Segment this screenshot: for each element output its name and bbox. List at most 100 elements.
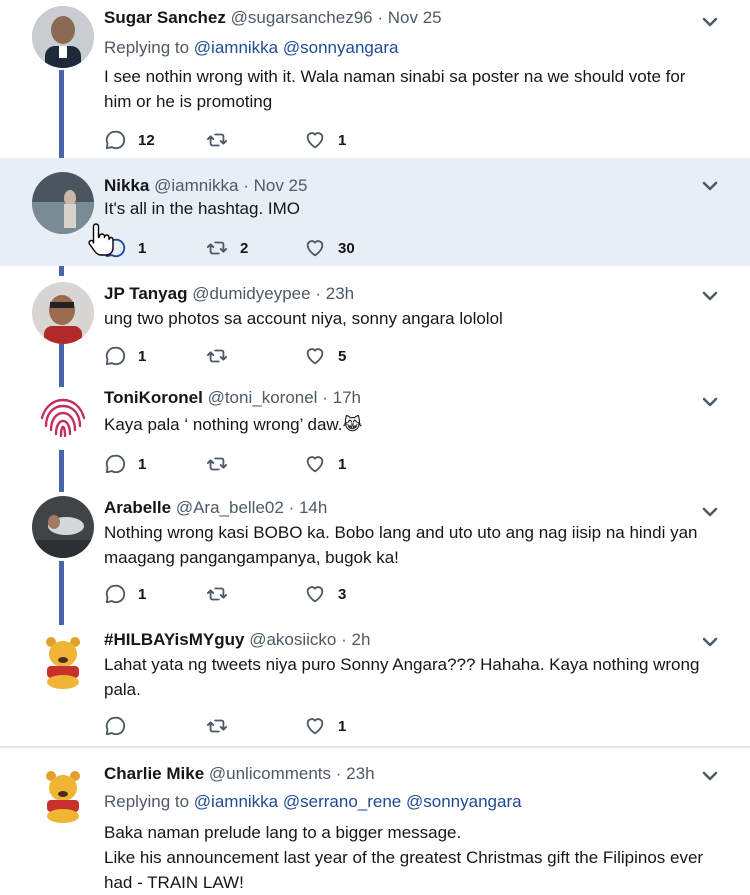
like-button[interactable]: 30: [304, 236, 355, 260]
reply-icon: [105, 584, 126, 604]
retweet-button[interactable]: [206, 582, 240, 606]
mention-link[interactable]: @serrano_rene: [283, 792, 401, 811]
separator-dot: ·: [341, 630, 347, 649]
like-button[interactable]: 1: [304, 452, 346, 476]
chevron-down-icon[interactable]: [700, 12, 720, 32]
tweet[interactable]: Sugar Sanchez @sugarsanchez96 · Nov 25 R…: [0, 0, 750, 158]
timestamp[interactable]: 14h: [299, 498, 327, 517]
like-count: 3: [338, 585, 347, 603]
reply-button[interactable]: 1: [104, 452, 146, 476]
author-name[interactable]: ToniKoronel: [104, 388, 203, 407]
avatar[interactable]: [32, 496, 94, 558]
replying-to-label: Replying to: [104, 38, 190, 57]
chevron-down-icon[interactable]: [700, 392, 720, 412]
tweet-text: Baka naman prelude lang to a bigger mess…: [104, 823, 704, 892]
author-name[interactable]: JP Tanyag: [104, 284, 187, 303]
timestamp[interactable]: 23h: [346, 764, 374, 783]
like-button[interactable]: 1: [304, 128, 346, 152]
separator-dot: ·: [322, 388, 328, 407]
author-handle[interactable]: @unlicomments: [209, 764, 331, 783]
heart-icon: [306, 718, 324, 735]
like-count: 5: [338, 347, 347, 365]
mention-link[interactable]: @sonnyangara: [283, 38, 399, 57]
author-name[interactable]: #HILBAYisMYguy: [104, 630, 244, 649]
reply-icon: [105, 716, 126, 736]
avatar[interactable]: [32, 172, 94, 234]
tweet-text: Kaya pala ‘ nothing wrong’ daw.😹: [104, 415, 363, 434]
retweet-button[interactable]: [206, 452, 240, 476]
author-handle[interactable]: @toni_koronel: [208, 388, 318, 407]
reply-icon: [105, 346, 126, 366]
separator-dot: ·: [315, 284, 321, 303]
retweet-button[interactable]: 2: [206, 236, 248, 260]
chevron-down-icon[interactable]: [700, 502, 720, 522]
chevron-down-icon[interactable]: [700, 766, 720, 786]
separator-dot: ·: [377, 8, 384, 27]
author-handle[interactable]: @akosiicko: [249, 630, 336, 649]
retweet-count: 2: [240, 239, 249, 257]
reply-button[interactable]: [104, 714, 138, 738]
reply-icon: [105, 454, 126, 474]
like-button[interactable]: 3: [304, 582, 346, 606]
tweet[interactable]: #HILBAYisMYguy @akosiicko · 2h Lahat yat…: [0, 612, 750, 746]
tweet[interactable]: ToniKoronel @toni_koronel · 17h Kaya pal…: [0, 376, 750, 482]
like-button[interactable]: 1: [304, 714, 346, 738]
reply-count: 1: [138, 239, 147, 257]
like-button[interactable]: 5: [304, 344, 346, 368]
reply-button[interactable]: 12: [104, 128, 155, 152]
retweet-button[interactable]: [206, 344, 240, 368]
avatar[interactable]: [32, 282, 94, 344]
chevron-down-icon[interactable]: [700, 176, 720, 196]
author-name[interactable]: Charlie Mike: [104, 764, 204, 783]
mention-link[interactable]: @iamnikka: [194, 38, 278, 57]
heart-icon: [306, 348, 324, 365]
tweet-text: I see nothin wrong with it. Wala naman s…: [104, 67, 686, 111]
retweet-button[interactable]: [206, 128, 240, 152]
reply-count: 12: [138, 131, 155, 149]
tweet[interactable]: Arabelle @Ara_belle02 · 14h Nothing wron…: [0, 482, 750, 612]
author-handle[interactable]: @dumidyeypee: [192, 284, 310, 303]
retweet-icon: [206, 241, 228, 255]
separator-dot: ·: [288, 498, 295, 517]
avatar[interactable]: [32, 388, 94, 450]
author-name[interactable]: Nikka: [104, 176, 149, 195]
avatar[interactable]: [32, 762, 94, 824]
avatar[interactable]: [32, 6, 94, 68]
separator-dot: ·: [335, 764, 342, 783]
retweet-icon: [206, 587, 228, 601]
hand-cursor-icon: [88, 223, 114, 256]
reply-count: 1: [138, 455, 147, 473]
replying-to-label: Replying to: [104, 792, 190, 811]
reply-button[interactable]: 1: [104, 582, 146, 606]
tweet[interactable]: Charlie Mike @unlicomments · 23h Replyin…: [0, 748, 750, 892]
heart-icon: [306, 586, 324, 603]
timestamp[interactable]: Nov 25: [254, 176, 308, 195]
timestamp[interactable]: Nov 25: [388, 8, 442, 27]
tweet[interactable]: JP Tanyag @dumidyeypee · 23h ung two pho…: [0, 266, 750, 376]
reply-icon: [105, 130, 126, 150]
retweet-button[interactable]: [206, 714, 240, 738]
mention-link[interactable]: @sonnyangara: [406, 792, 522, 811]
author-handle[interactable]: @sugarsanchez96: [231, 8, 373, 27]
like-count: 1: [338, 455, 347, 473]
timestamp[interactable]: 2h: [352, 630, 371, 649]
reply-count: 1: [138, 347, 147, 365]
author-handle[interactable]: @Ara_belle02: [176, 498, 284, 517]
timestamp[interactable]: 17h: [333, 388, 361, 407]
separator-dot: ·: [243, 176, 249, 195]
author-handle[interactable]: @iamnikka: [154, 176, 238, 195]
tweet-text: It's all in the hashtag. IMO: [104, 199, 301, 218]
heart-icon: [306, 456, 324, 473]
tweet-text: ung two photos sa account niya, sonny an…: [104, 309, 503, 328]
retweet-icon: [206, 133, 228, 147]
like-count: 1: [338, 717, 347, 735]
retweet-icon: [206, 457, 228, 471]
timestamp[interactable]: 23h: [326, 284, 354, 303]
mention-link[interactable]: @iamnikka: [194, 792, 278, 811]
author-name[interactable]: Sugar Sanchez: [104, 8, 226, 27]
author-name[interactable]: Arabelle: [104, 498, 171, 517]
chevron-down-icon[interactable]: [700, 286, 720, 306]
reply-button[interactable]: 1: [104, 344, 146, 368]
avatar[interactable]: [32, 628, 94, 690]
chevron-down-icon[interactable]: [700, 632, 720, 652]
